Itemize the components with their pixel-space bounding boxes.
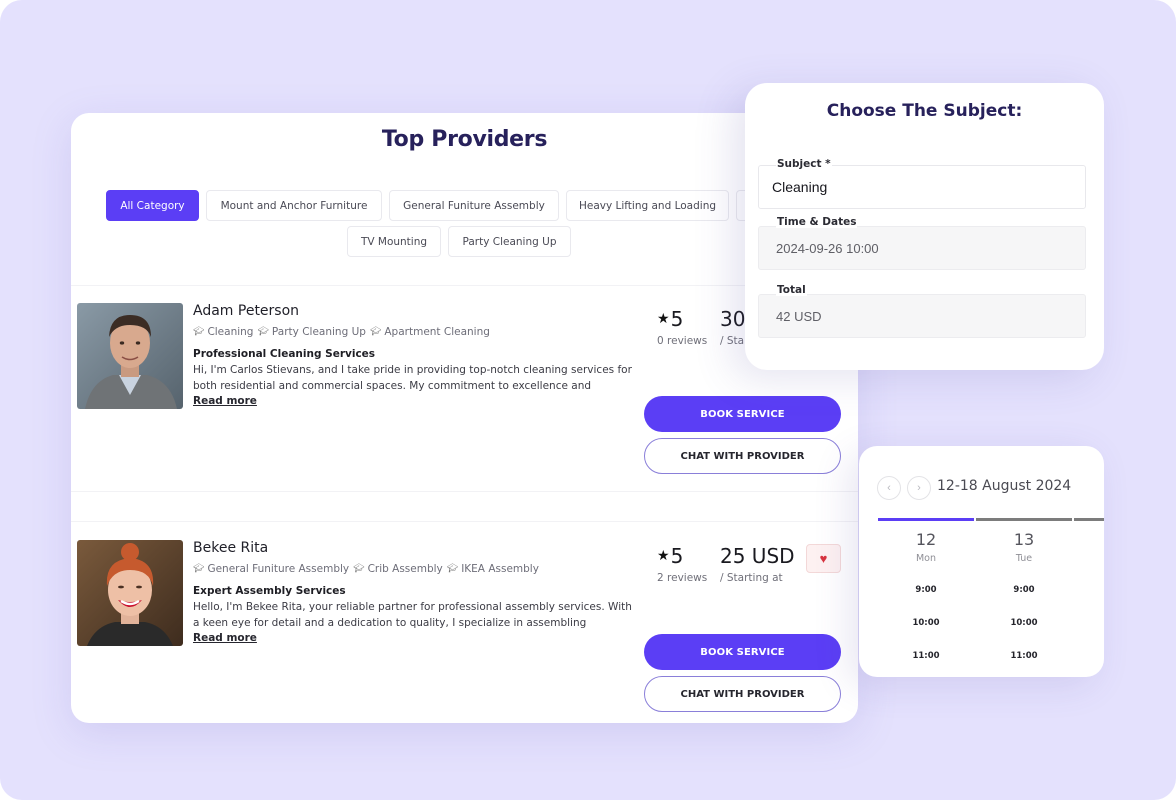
provider-card: Adam Peterson 🎓︎ Cleaning 🎓︎ Party Cleanin… <box>71 303 858 483</box>
price-caption: / Starting at <box>720 572 783 584</box>
favorite-button[interactable]: ♥ <box>806 544 841 573</box>
provider-description: Hello, I'm Bekee Rita, your reliable par… <box>193 601 632 629</box>
graduation-cap-icon: 🎓︎ <box>446 564 459 574</box>
provider-tag: 🎓︎ General Funiture Assembly <box>193 563 350 575</box>
provider-tag: 🎓︎ Crib Assembly <box>353 563 443 575</box>
filter-general-furniture-assembly[interactable]: General Funiture Assembly <box>389 190 559 221</box>
graduation-cap-icon: 🎓︎ <box>257 327 269 337</box>
provider-avatar[interactable] <box>77 540 183 646</box>
filter-tv-mounting[interactable]: TV Mounting <box>347 226 441 257</box>
total-field: 42 USD <box>758 294 1086 338</box>
subject-input[interactable]: Cleaning <box>758 165 1086 209</box>
subject-label: Subject * <box>776 158 832 170</box>
time-slot[interactable]: 9:00 <box>976 585 1072 595</box>
time-slot[interactable]: 11:00 <box>976 651 1072 661</box>
day-column-header[interactable]: 13 Tue <box>976 530 1072 564</box>
graduation-cap-icon: 🎓︎ <box>193 564 205 574</box>
read-more-link[interactable]: Read more <box>193 632 257 644</box>
filter-heavy-lifting-loading[interactable]: Heavy Lifting and Loading <box>566 190 729 221</box>
time-dates-label: Time & Dates <box>776 216 858 228</box>
read-more-link[interactable]: Read more <box>193 395 257 407</box>
provider-tag: 🎓︎ Apartment Cleaning <box>369 326 490 338</box>
divider <box>71 521 858 522</box>
provider-name[interactable]: Adam Peterson <box>193 303 299 319</box>
star-icon: ★ <box>657 548 670 564</box>
time-slot[interactable]: 10:00 <box>878 618 974 628</box>
provider-photo-adam <box>77 303 183 409</box>
schedule-calendar: ‹ › 12-18 August 2024 12 Mon 13 Tue 9:00… <box>859 446 1104 677</box>
chevron-right-icon: › <box>917 482 921 494</box>
provider-rating: ★ 5 0 reviews <box>657 307 707 347</box>
provider-description: Hi, I'm Carlos Stievans, and I take prid… <box>193 364 632 392</box>
provider-tags: 🎓︎ General Funiture Assembly 🎓︎ Crib Assem… <box>193 563 539 575</box>
prev-week-button[interactable]: ‹ <box>877 476 901 500</box>
book-service-button[interactable]: BOOK SERVICE <box>644 634 841 670</box>
time-slot[interactable]: 9:00 <box>878 585 974 595</box>
time-slot[interactable]: 10:00 <box>976 618 1072 628</box>
provider-tags: 🎓︎ Cleaning 🎓︎ Party Cleaning Up 🎓︎ Apartme… <box>193 326 490 338</box>
week-range: 12-18 August 2024 <box>937 478 1072 494</box>
total-label: Total <box>776 284 807 296</box>
day-column-header[interactable]: 12 Mon <box>878 530 974 564</box>
review-count: 2 reviews <box>657 572 708 584</box>
divider <box>71 285 858 286</box>
graduation-cap-icon: 🎓︎ <box>353 564 365 574</box>
provider-name[interactable]: Bekee Rita <box>193 540 268 556</box>
graduation-cap-icon: 🎓︎ <box>369 327 382 337</box>
choose-subject-panel: Choose The Subject: Subject * Cleaning T… <box>745 83 1104 370</box>
subject-panel-title: Choose The Subject: <box>826 101 1023 121</box>
day-indicator <box>976 518 1072 521</box>
time-slot[interactable]: 11:00 <box>878 651 974 661</box>
filter-party-cleaning-up[interactable]: Party Cleaning Up <box>448 226 571 257</box>
top-providers-card: Top Providers All Category Mount and Anc… <box>71 113 858 723</box>
provider-tag: 🎓︎ Party Cleaning Up <box>257 326 366 338</box>
rating-value: 5 <box>670 307 684 331</box>
day-indicator <box>1074 518 1104 521</box>
filter-mount-anchor-furniture[interactable]: Mount and Anchor Furniture <box>206 190 382 221</box>
rating-value: 5 <box>670 544 684 568</box>
page-title: Top Providers <box>381 127 548 152</box>
provider-avatar[interactable] <box>77 303 183 409</box>
chat-with-provider-button[interactable]: CHAT WITH PROVIDER <box>644 676 841 712</box>
provider-headline: Professional Cleaning Services <box>193 348 376 360</box>
provider-photo-bekee <box>77 540 183 646</box>
provider-rating: ★ 5 2 reviews <box>657 544 707 584</box>
heart-icon: ♥ <box>819 551 828 566</box>
provider-tag: 🎓︎ Cleaning <box>193 326 254 338</box>
provider-price: 25 USD / Starting at <box>720 544 795 584</box>
chat-with-provider-button[interactable]: CHAT WITH PROVIDER <box>644 438 841 474</box>
provider-tag: 🎓︎ IKEA Assembly <box>446 563 539 575</box>
next-week-button[interactable]: › <box>907 476 931 500</box>
star-icon: ★ <box>657 311 670 327</box>
book-service-button[interactable]: BOOK SERVICE <box>644 396 841 432</box>
provider-headline: Expert Assembly Services <box>193 585 346 597</box>
price-value: 25 USD <box>720 544 795 568</box>
divider <box>71 491 858 492</box>
chevron-left-icon: ‹ <box>887 482 891 494</box>
provider-card: Bekee Rita 🎓︎ General Funiture Assembly 🎓… <box>71 540 858 720</box>
time-dates-field[interactable]: 2024-09-26 10:00 <box>758 226 1086 270</box>
day-indicator-active <box>878 518 974 521</box>
review-count: 0 reviews <box>657 335 708 347</box>
filter-all-category[interactable]: All Category <box>106 190 199 221</box>
graduation-cap-icon: 🎓︎ <box>193 327 205 337</box>
